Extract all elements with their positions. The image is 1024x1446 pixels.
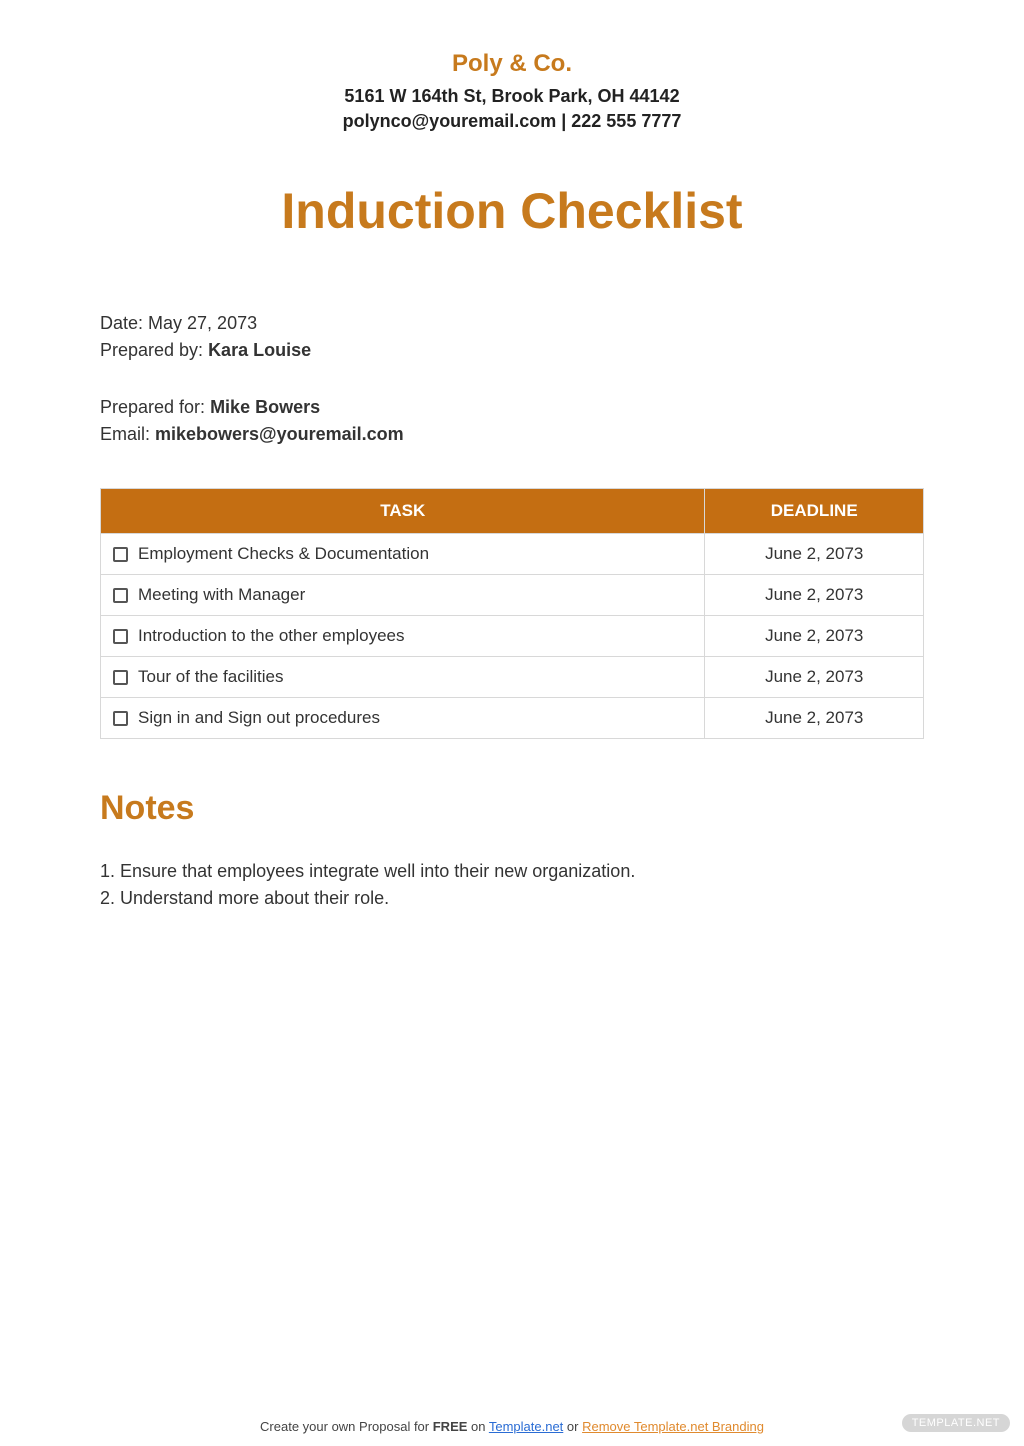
table-row: Tour of the facilities June 2, 2073 <box>101 657 924 698</box>
footer-link-template[interactable]: Template.net <box>489 1419 563 1434</box>
table-header-row: TASK DEADLINE <box>101 489 924 534</box>
checkbox-icon[interactable] <box>113 629 128 644</box>
checklist-table: TASK DEADLINE Employment Checks & Docume… <box>100 488 924 739</box>
task-label: Employment Checks & Documentation <box>138 544 429 564</box>
deadline-cell: June 2, 2073 <box>705 657 924 698</box>
table-row: Introduction to the other employees June… <box>101 616 924 657</box>
checkbox-icon[interactable] <box>113 547 128 562</box>
prepared-for-value: Mike Bowers <box>210 397 320 417</box>
company-contact: polynco@youremail.com | 222 555 7777 <box>100 111 924 132</box>
prepared-by-line: Prepared by: Kara Louise <box>100 337 924 364</box>
task-cell: Tour of the facilities <box>113 667 692 687</box>
task-label: Tour of the facilities <box>138 667 284 687</box>
note-item: Ensure that employees integrate well int… <box>100 858 924 885</box>
meta-block-2: Prepared for: Mike Bowers Email: mikebow… <box>100 394 924 448</box>
date-value: May 27, 2073 <box>148 313 257 333</box>
task-cell: Meeting with Manager <box>113 585 692 605</box>
watermark-badge: TEMPLATE.NET <box>902 1414 1010 1432</box>
footer-prefix: Create your own Proposal for <box>260 1419 433 1434</box>
footer-free: FREE <box>433 1419 468 1434</box>
deadline-cell: June 2, 2073 <box>705 575 924 616</box>
prepared-by-value: Kara Louise <box>208 340 311 360</box>
footer-link-remove-branding[interactable]: Remove Template.net Branding <box>582 1419 764 1434</box>
date-line: Date: May 27, 2073 <box>100 310 924 337</box>
task-label: Sign in and Sign out procedures <box>138 708 380 728</box>
footer-or: or <box>563 1419 582 1434</box>
email-line: Email: mikebowers@youremail.com <box>100 421 924 448</box>
task-cell: Sign in and Sign out procedures <box>113 708 692 728</box>
document-page: Poly & Co. 5161 W 164th St, Brook Park, … <box>0 0 1024 912</box>
date-label: Date: <box>100 313 148 333</box>
footer: Create your own Proposal for FREE on Tem… <box>0 1419 1024 1434</box>
task-label: Introduction to the other employees <box>138 626 405 646</box>
meta-block-1: Date: May 27, 2073 Prepared by: Kara Lou… <box>100 310 924 364</box>
email-value: mikebowers@youremail.com <box>155 424 404 444</box>
header-deadline: DEADLINE <box>705 489 924 534</box>
task-label: Meeting with Manager <box>138 585 305 605</box>
notes-list: Ensure that employees integrate well int… <box>100 858 924 912</box>
note-item: Understand more about their role. <box>100 885 924 912</box>
deadline-cell: June 2, 2073 <box>705 698 924 739</box>
table-row: Sign in and Sign out procedures June 2, … <box>101 698 924 739</box>
deadline-cell: June 2, 2073 <box>705 534 924 575</box>
deadline-cell: June 2, 2073 <box>705 616 924 657</box>
task-cell: Introduction to the other employees <box>113 626 692 646</box>
company-name: Poly & Co. <box>100 50 924 78</box>
prepared-by-label: Prepared by: <box>100 340 208 360</box>
footer-on: on <box>467 1419 488 1434</box>
task-cell: Employment Checks & Documentation <box>113 544 692 564</box>
prepared-for-label: Prepared for: <box>100 397 210 417</box>
header-task: TASK <box>101 489 705 534</box>
table-row: Meeting with Manager June 2, 2073 <box>101 575 924 616</box>
company-address: 5161 W 164th St, Brook Park, OH 44142 <box>100 86 924 107</box>
checkbox-icon[interactable] <box>113 588 128 603</box>
email-label: Email: <box>100 424 155 444</box>
checkbox-icon[interactable] <box>113 670 128 685</box>
checkbox-icon[interactable] <box>113 711 128 726</box>
prepared-for-line: Prepared for: Mike Bowers <box>100 394 924 421</box>
notes-title: Notes <box>100 789 924 828</box>
document-title: Induction Checklist <box>100 182 924 240</box>
table-row: Employment Checks & Documentation June 2… <box>101 534 924 575</box>
